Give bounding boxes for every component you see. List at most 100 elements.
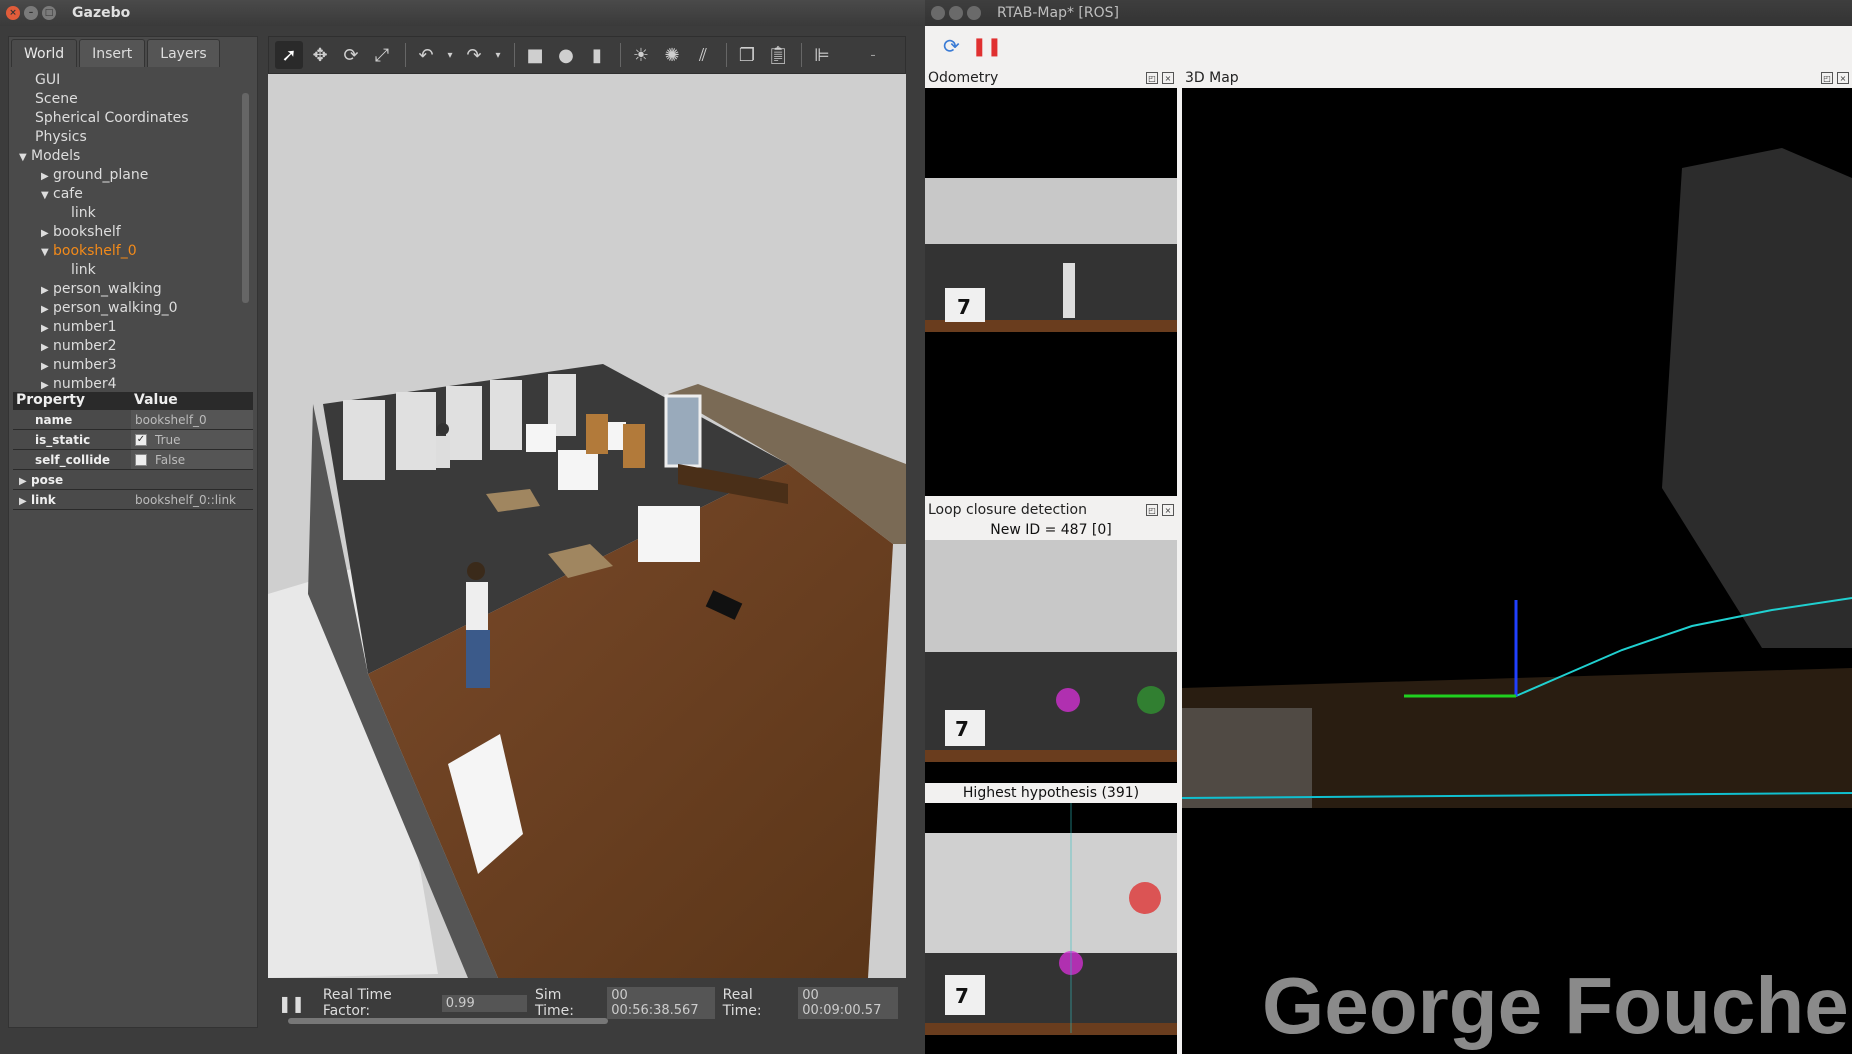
hypothesis-floor xyxy=(925,1023,1177,1035)
directional-light-icon[interactable]: ⫽ xyxy=(689,41,717,69)
copy-icon[interactable]: ❐ xyxy=(733,41,761,69)
tree-item[interactable]: ▶ number1 xyxy=(13,318,249,337)
new-image-floor xyxy=(925,750,1177,762)
tab-world[interactable]: World xyxy=(11,39,78,67)
minimize-icon[interactable] xyxy=(949,6,963,20)
redo-dropdown-icon[interactable]: ▾ xyxy=(491,41,505,69)
maximize-icon[interactable] xyxy=(967,6,981,20)
window-title: RTAB-Map* [ROS] xyxy=(997,5,1119,21)
float-icon[interactable]: ◰ xyxy=(1821,72,1833,84)
tree-item[interactable]: link xyxy=(13,261,249,280)
rtabmap-titlebar: RTAB-Map* [ROS] xyxy=(925,0,1852,26)
expand-icon[interactable]: ▶ xyxy=(41,319,53,338)
expand-icon[interactable]: ▶ xyxy=(19,496,31,507)
translate-icon[interactable]: ✥ xyxy=(306,41,334,69)
prop-value[interactable]: bookshelf_0 xyxy=(131,410,253,429)
tree-item[interactable]: ▶ person_walking_0 xyxy=(13,299,249,318)
close-icon[interactable] xyxy=(931,6,945,20)
checkbox-unchecked-icon[interactable] xyxy=(135,453,147,466)
tree-item[interactable]: Scene xyxy=(13,90,249,109)
float-icon[interactable]: ◰ xyxy=(1146,504,1158,516)
odometry-cube-label: 7 xyxy=(957,295,971,319)
expand-icon[interactable]: ▶ xyxy=(41,224,53,243)
tree-item-label: person_walking_0 xyxy=(53,300,178,316)
model-tree[interactable]: GUI Scene Spherical Coordinates Physics ▼ Mod… xyxy=(13,71,249,423)
window-1 xyxy=(343,400,385,480)
expand-icon[interactable]: ▶ xyxy=(41,338,53,357)
close-icon[interactable]: × xyxy=(6,6,20,20)
hypothesis-render: 7 xyxy=(925,803,1177,1035)
prop-row-is-static[interactable]: is_static ✓ True xyxy=(13,430,253,450)
expand-icon[interactable]: ▶ xyxy=(41,167,53,186)
person-walking-0-head xyxy=(437,423,449,435)
select-arrow-icon[interactable]: ➚ xyxy=(275,41,303,69)
prop-value[interactable]: ✓ True xyxy=(131,430,253,449)
odometry-title: Odometry xyxy=(928,70,999,86)
tree-item[interactable]: ▶ number2 xyxy=(13,337,249,356)
tree-item[interactable]: ▼ Models xyxy=(13,147,249,166)
tree-item[interactable]: link xyxy=(13,204,249,223)
tab-layers[interactable]: Layers xyxy=(147,39,220,67)
tree-item-label: cafe xyxy=(53,186,83,202)
expand-icon[interactable]: ▶ xyxy=(41,357,53,376)
pause-icon[interactable]: ❚❚ xyxy=(972,36,1002,57)
point-light-icon[interactable]: ☀ xyxy=(627,41,655,69)
prop-value xyxy=(131,470,253,489)
tree-item[interactable]: ▶ bookshelf xyxy=(13,223,249,242)
undo-dropdown-icon[interactable]: ▾ xyxy=(443,41,457,69)
align-icon[interactable]: ⊫ xyxy=(808,41,836,69)
close-icon[interactable]: × xyxy=(1162,72,1174,84)
tab-insert[interactable]: Insert xyxy=(79,39,146,67)
expand-icon[interactable]: ▶ xyxy=(41,281,53,300)
sphere-icon[interactable]: ● xyxy=(552,41,580,69)
3d-map-view[interactable] xyxy=(1182,88,1852,1054)
more-icon[interactable]: – xyxy=(859,41,887,69)
tree-item[interactable]: ▼ bookshelf_0 xyxy=(13,242,249,261)
undo-icon[interactable]: ↶ xyxy=(412,41,440,69)
close-icon[interactable]: × xyxy=(1837,72,1849,84)
tree-item[interactable]: Spherical Coordinates xyxy=(13,109,249,128)
expand-icon[interactable]: ▶ xyxy=(41,300,53,319)
collapse-icon[interactable]: ▼ xyxy=(41,243,53,262)
redo-icon[interactable]: ↷ xyxy=(460,41,488,69)
status-scrollbar[interactable] xyxy=(288,1018,608,1024)
prop-row-name[interactable]: name bookshelf_0 xyxy=(13,410,253,430)
collapse-icon[interactable]: ▼ xyxy=(41,186,53,205)
cylinder-icon[interactable]: ▮ xyxy=(583,41,611,69)
collapse-icon[interactable]: ▼ xyxy=(19,148,31,167)
prop-value[interactable]: False xyxy=(131,450,253,469)
tree-item[interactable]: ▼ cafe xyxy=(13,185,249,204)
expand-icon[interactable]: ▶ xyxy=(19,476,31,487)
tree-item[interactable]: ▶ number3 xyxy=(13,356,249,375)
tree-item-label: Physics xyxy=(35,129,87,145)
new-image-render: 7 xyxy=(925,540,1177,762)
refresh-icon[interactable]: ⟳ xyxy=(943,34,960,58)
gazebo-3d-viewport[interactable] xyxy=(268,74,906,978)
new-image-wall xyxy=(925,540,1177,652)
scale-icon[interactable]: ⤢ xyxy=(368,41,396,69)
prop-row-link[interactable]: ▶ link bookshelf_0::link xyxy=(13,490,253,510)
pause-icon[interactable]: ❚❚ xyxy=(278,994,305,1013)
odometry-view: 7 xyxy=(925,88,1177,496)
loop-header: Loop closure detection ◰ × xyxy=(925,500,1177,520)
tree-item[interactable]: ▶ person_walking xyxy=(13,280,249,299)
prop-row-pose[interactable]: ▶ pose xyxy=(13,470,253,490)
prop-row-self-collide[interactable]: self_collide False xyxy=(13,450,253,470)
paste-icon[interactable]: 📋︎ xyxy=(764,41,792,69)
tree-scrollbar[interactable] xyxy=(242,93,249,303)
checkbox-checked-icon[interactable]: ✓ xyxy=(135,433,147,446)
float-icon[interactable]: ◰ xyxy=(1146,72,1158,84)
spot-light-icon[interactable]: ✺ xyxy=(658,41,686,69)
tree-item[interactable]: GUI xyxy=(13,71,249,90)
maximize-icon[interactable]: □ xyxy=(42,6,56,20)
box-icon[interactable]: ■ xyxy=(521,41,549,69)
rtf-value: 0.99 xyxy=(441,994,528,1012)
close-icon[interactable]: × xyxy=(1162,504,1174,516)
tree-item[interactable]: ▶ ground_plane xyxy=(13,166,249,185)
tree-item[interactable]: Physics xyxy=(13,128,249,147)
odometry-header: Odometry ◰ × xyxy=(925,68,1177,88)
real-time-value: 00 00:09:00.57 xyxy=(798,987,898,1019)
minimize-icon[interactable]: – xyxy=(24,6,38,20)
tree-item-label: Models xyxy=(31,148,81,164)
rotate-icon[interactable]: ⟳ xyxy=(337,41,365,69)
